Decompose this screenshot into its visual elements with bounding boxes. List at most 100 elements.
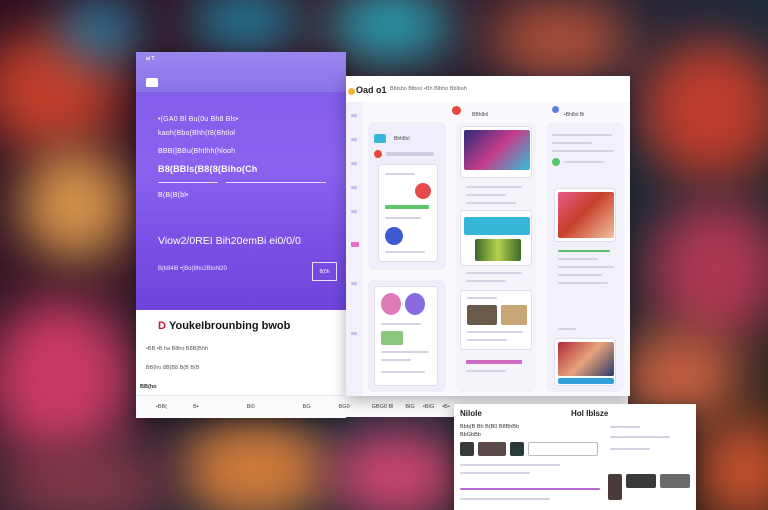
- card-text: [466, 202, 516, 204]
- media-card[interactable]: [460, 210, 532, 266]
- image-thumbnail: [608, 474, 622, 500]
- sidebar-item[interactable]: [351, 282, 357, 285]
- top-bar: ai T: [136, 52, 346, 92]
- article-headline[interactable]: D YoukeIbrounbing bwob: [158, 320, 290, 332]
- card-text: [558, 266, 614, 268]
- divider: [158, 182, 218, 183]
- preview-window: NiloIe Hol IbIsze Bbb(B Bh B(B0 B8BhBb B…: [454, 404, 696, 510]
- record-icon[interactable]: [452, 106, 461, 115]
- nav-strip-item[interactable]: BG: [303, 404, 311, 410]
- badge-button[interactable]: 8(0h: [312, 262, 337, 281]
- hero-text-line: B(B(B(bl•: [158, 192, 189, 199]
- top-bar-label: ai T: [146, 56, 155, 62]
- progress-bar: [558, 378, 614, 384]
- app-window: Oad o1 Bblsbo Blboo •Bh Blbho Bblboh Bhh…: [346, 76, 630, 396]
- card-text: [460, 472, 530, 474]
- sidebar-item[interactable]: [351, 138, 357, 141]
- article-description: BB(ho 8B(B8 B(B B(B: [146, 365, 200, 371]
- section-label: BB(ho: [140, 384, 157, 390]
- hero-text-line: kaoh(Bbo(Bhh(t8(Bhtlol: [158, 130, 236, 137]
- hero-text-line: •(GA0 Bl Bu(0u Bh8 Bls•: [158, 116, 239, 123]
- card-text: [558, 328, 576, 330]
- card-text: [467, 331, 523, 333]
- status-icon: [552, 158, 560, 166]
- media-card[interactable]: [554, 188, 616, 242]
- nav-strip-item[interactable]: BG0: [339, 404, 350, 410]
- hero-banner: Viow2/0REI Bih20emBi ei0/0/0: [158, 235, 301, 247]
- info-icon[interactable]: [552, 106, 559, 113]
- app-title: Oad o1: [356, 85, 387, 95]
- avatar: [415, 183, 431, 199]
- card-text: [385, 173, 415, 175]
- image-thumbnail: [501, 305, 527, 325]
- card-text: [385, 251, 425, 253]
- card-text: [467, 297, 497, 299]
- sidebar-item[interactable]: [351, 332, 357, 335]
- nav-strip-item[interactable]: GBG0 Bl: [372, 404, 394, 410]
- card-text: [610, 426, 640, 428]
- media-card[interactable]: [460, 126, 532, 178]
- column-label: BBh8ol: [472, 112, 489, 118]
- task-card[interactable]: [378, 164, 438, 262]
- column-label: Bhh8ol: [394, 136, 410, 142]
- app-header: Oad o1 Bblsbo Blboo •Bh Blbho Bblboh: [346, 76, 630, 115]
- progress-bar: [385, 205, 429, 209]
- badge-label: 8(0h: [319, 268, 330, 275]
- logo-icon[interactable]: [146, 78, 158, 87]
- window-subtitle: Bbb(B Bh B(B0 B8BhBb: [460, 424, 520, 430]
- card-text: [460, 464, 560, 466]
- window-title: NiloIe: [460, 409, 482, 418]
- media-card[interactable]: [554, 338, 616, 386]
- card-text: [466, 272, 522, 274]
- card-text: [466, 370, 506, 372]
- card-text: [558, 274, 602, 276]
- card-text: [385, 217, 421, 219]
- image-thumbnail: [464, 130, 530, 170]
- progress-bar: [460, 488, 600, 490]
- tag: [558, 250, 610, 252]
- sidebar-item[interactable]: [351, 242, 359, 247]
- hero-subtitle: B(k84l8 •(Bo(8ho2Blohl20: [158, 266, 227, 272]
- sidebar-item[interactable]: [351, 114, 357, 117]
- sidebar-item[interactable]: [351, 210, 357, 213]
- app-icon[interactable]: [374, 134, 386, 143]
- task-card[interactable]: [374, 286, 438, 386]
- card-text: [467, 339, 507, 341]
- image-thumbnail: [626, 474, 656, 488]
- banner-image: [464, 217, 530, 235]
- nav-strip-item[interactable]: •BB(: [156, 404, 167, 410]
- card-text: [610, 448, 650, 450]
- card-text: [552, 134, 612, 136]
- left-panel: ai T •(GA0 Bl Bu(0u Bh8 Bls• kaoh(Bbo(Bh…: [136, 52, 346, 418]
- hero-text-line: B8(BBls(B8(8(Biho(Ch: [158, 164, 258, 174]
- alert-icon: [374, 150, 382, 158]
- nav-strip-item[interactable]: •B•: [442, 404, 450, 410]
- image-thumbnail: [381, 331, 403, 345]
- card-text: [381, 323, 421, 325]
- card-text: [558, 258, 598, 260]
- card-text: [552, 142, 592, 144]
- search-input[interactable]: [528, 442, 598, 456]
- card-text: [558, 282, 608, 284]
- sidebar-item[interactable]: [351, 186, 357, 189]
- nav-strip-item[interactable]: Bl0: [247, 404, 255, 410]
- nav-strip-item[interactable]: B•: [193, 404, 199, 410]
- progress-bar: [466, 360, 522, 364]
- image-thumbnail: [558, 342, 614, 376]
- card-text: [466, 186, 522, 188]
- card-text: [381, 359, 411, 361]
- window-title: Hol IbIsze: [571, 409, 609, 418]
- headline-text: YoukeIbrounbing bwob: [168, 320, 291, 332]
- nav-strip-item[interactable]: BIG: [405, 404, 414, 410]
- placeholder-bar: [386, 152, 434, 156]
- nav-strip-item[interactable]: •BIG: [423, 404, 434, 410]
- app-subtitle: Bblsbo Blboo •Bh Blbho Bblboh: [390, 86, 467, 92]
- card-text: [466, 280, 506, 282]
- image-thumbnail: [478, 442, 506, 456]
- card-text: [610, 436, 670, 438]
- sidebar-item[interactable]: [351, 162, 357, 165]
- window-subtitle: BbGbBb: [460, 432, 481, 438]
- hero-text-line: BBB(|BBu(Bhtlhh(hlooh: [158, 148, 236, 155]
- media-card[interactable]: [460, 290, 532, 350]
- card-text: [552, 150, 614, 152]
